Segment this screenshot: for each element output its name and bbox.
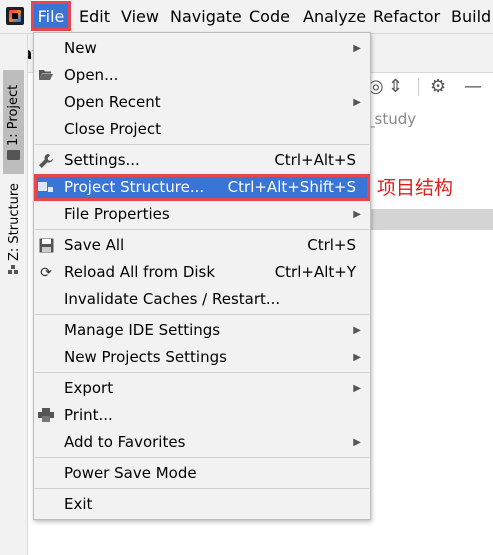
structure-tool-tab[interactable]: Z: Structure	[3, 183, 24, 281]
folder-icon	[7, 150, 20, 160]
project-tool-tab[interactable]: 1: Project	[3, 70, 24, 174]
structure-tab-label: Z: Structure	[7, 183, 22, 261]
menu-item-save-all[interactable]: Save All Ctrl+S	[34, 232, 370, 259]
menu-item-power-save-mode[interactable]: Power Save Mode	[34, 460, 370, 487]
shortcut-label: Ctrl+Alt+S	[274, 151, 356, 169]
menu-item-label: Export	[64, 379, 114, 397]
menu-item-label: Power Save Mode	[64, 464, 197, 482]
submenu-arrow-icon: ▶	[353, 437, 361, 448]
menu-item-open-recent[interactable]: Open Recent ▶	[34, 89, 370, 116]
menu-item-label: Add to Favorites	[64, 433, 186, 451]
shortcut-label: Ctrl+S	[307, 236, 356, 254]
menu-item-label: Close Project	[64, 120, 161, 138]
menu-navigate[interactable]: Navigate	[170, 7, 242, 27]
menu-item-label: Project Structure...	[64, 178, 205, 196]
menu-item-label: Open Recent	[64, 93, 161, 111]
menu-item-label: Invalidate Caches / Restart...	[64, 290, 281, 308]
menu-item-close-project[interactable]: Close Project	[34, 116, 370, 143]
menu-separator	[35, 144, 369, 145]
menu-analyze[interactable]: Analyze	[303, 7, 366, 27]
menu-item-label: Open...	[64, 66, 119, 84]
menu-item-manage-ide-settings[interactable]: Manage IDE Settings ▶	[34, 317, 370, 344]
menu-build[interactable]: Build	[451, 7, 491, 27]
menu-file[interactable]: File	[31, 1, 71, 31]
intellij-app-icon[interactable]	[6, 7, 24, 25]
menu-item-label: Exit	[64, 495, 93, 513]
submenu-arrow-icon: ▶	[353, 209, 361, 220]
minimize-icon[interactable]: —	[464, 76, 482, 97]
file-menu-dropdown: New ▶ Open... Open Recent ▶ Close Projec…	[33, 32, 371, 520]
menu-item-label: File Properties	[64, 205, 170, 223]
refresh-icon: ⟳	[40, 265, 52, 281]
menu-refactor[interactable]: Refactor	[373, 7, 440, 27]
menu-separator	[35, 488, 369, 489]
annotation-label: 项目结构	[377, 177, 454, 199]
collapse-all-icon[interactable]: ⇕	[388, 76, 403, 97]
submenu-arrow-icon: ▶	[353, 97, 361, 108]
menu-separator	[35, 229, 369, 230]
menu-item-exit[interactable]: Exit	[34, 491, 370, 518]
folder-open-icon	[38, 68, 54, 84]
menu-bar: File Edit View Navigate Code Analyze Ref…	[0, 0, 493, 34]
menu-item-label: Print...	[64, 406, 113, 424]
submenu-arrow-icon: ▶	[353, 383, 361, 394]
printer-icon	[38, 408, 54, 424]
menu-separator	[35, 314, 369, 315]
menu-item-label: Reload All from Disk	[64, 263, 216, 281]
structure-icon	[8, 265, 19, 275]
submenu-arrow-icon: ▶	[353, 43, 361, 54]
tree-selected-row[interactable]	[370, 209, 493, 230]
project-tab-label: 1: Project	[6, 84, 21, 146]
menu-separator	[35, 372, 369, 373]
menu-separator	[35, 457, 369, 458]
menu-item-label: New Projects Settings	[64, 348, 227, 366]
menu-item-print[interactable]: Print...	[34, 402, 370, 429]
menu-item-export[interactable]: Export ▶	[34, 375, 370, 402]
menu-code[interactable]: Code	[249, 7, 290, 27]
menu-item-reload[interactable]: ⟳ Reload All from Disk Ctrl+Alt+Y	[34, 259, 370, 286]
shortcut-label: Ctrl+Alt+Y	[274, 263, 356, 281]
shortcut-label: Ctrl+Alt+Shift+S	[227, 178, 356, 196]
menu-item-label: Settings...	[64, 151, 140, 169]
menu-item-add-to-favorites[interactable]: Add to Favorites ▶	[34, 429, 370, 456]
menu-item-label: New	[64, 39, 97, 57]
menu-item-new-projects-settings[interactable]: New Projects Settings ▶	[34, 344, 370, 371]
wrench-icon	[38, 153, 54, 169]
toolbar-divider	[418, 78, 419, 96]
gear-icon[interactable]: ⚙	[430, 76, 446, 97]
menu-item-label: Manage IDE Settings	[64, 321, 221, 339]
project-structure-icon	[38, 180, 54, 196]
menu-item-open[interactable]: Open...	[34, 62, 370, 89]
menu-item-settings[interactable]: Settings... Ctrl+Alt+S	[34, 147, 370, 174]
menu-item-invalidate-caches[interactable]: Invalidate Caches / Restart...	[34, 286, 370, 313]
menu-view[interactable]: View	[121, 7, 159, 27]
menu-item-label: Save All	[64, 236, 125, 254]
save-icon	[38, 238, 54, 254]
menu-edit[interactable]: Edit	[79, 7, 110, 27]
menu-item-project-structure[interactable]: Project Structure... Ctrl+Alt+Shift+S	[34, 174, 370, 201]
project-name-fragment: _study	[367, 110, 417, 128]
menu-item-file-properties[interactable]: File Properties ▶	[34, 201, 370, 228]
menu-item-new[interactable]: New ▶	[34, 35, 370, 62]
submenu-arrow-icon: ▶	[353, 325, 361, 336]
submenu-arrow-icon: ▶	[353, 352, 361, 363]
